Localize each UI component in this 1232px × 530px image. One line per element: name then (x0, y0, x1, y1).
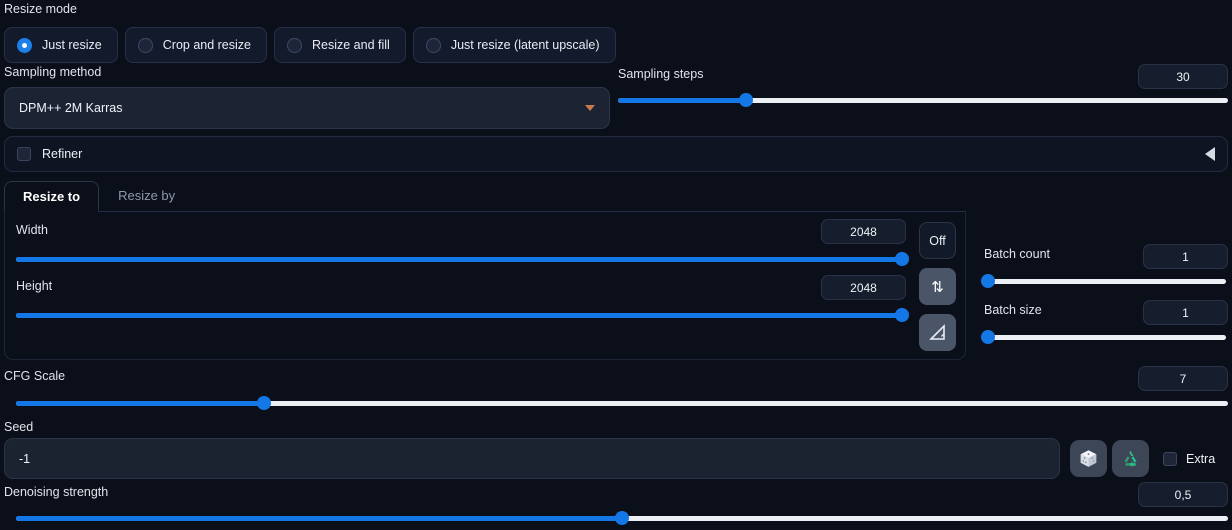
radio-resize-and-fill[interactable]: Resize and fill (274, 27, 406, 63)
batch-count-slider[interactable] (981, 274, 1226, 288)
height-slider[interactable] (16, 308, 909, 322)
slider-track (988, 279, 1226, 284)
resize-toggle-button[interactable]: Off (919, 222, 956, 259)
slider-fill (16, 516, 622, 521)
batch-count-group: Batch count 1 (981, 244, 1228, 302)
radio-label: Crop and resize (162, 38, 251, 52)
radio-dot-icon (287, 37, 302, 53)
random-seed-button[interactable] (1070, 440, 1107, 477)
batch-size-label: Batch size (984, 303, 1042, 317)
tab-resize-to[interactable]: Resize to (4, 181, 100, 212)
batch-count-label: Batch count (984, 247, 1051, 261)
triangle-ruler-icon[interactable] (919, 314, 956, 351)
height-label: Height (16, 279, 53, 293)
sampling-method-dropdown[interactable]: DPM++ 2M Karras (4, 86, 610, 129)
extra-checkbox[interactable] (1163, 451, 1177, 466)
cfg-scale-label: CFG Scale (4, 369, 66, 383)
sampling-method-group: Sampling method DPM++ 2M Karras (4, 66, 610, 129)
seed-buttons: Extra (1070, 440, 1215, 477)
radio-just-resize-latent-upscale[interactable]: Just resize (latent upscale) (412, 27, 616, 63)
slider-thumb[interactable] (895, 252, 909, 266)
width-slider[interactable] (16, 252, 909, 266)
width-label: Width (16, 223, 48, 237)
resize-tab-bar: Resize to Resize by (4, 181, 966, 212)
slider-thumb[interactable] (981, 330, 995, 344)
refiner-label: Refiner (42, 147, 83, 161)
slider-fill (16, 313, 902, 318)
slider-thumb[interactable] (895, 308, 909, 322)
cfg-scale-slider[interactable] (16, 396, 1228, 410)
slider-thumb[interactable] (739, 93, 754, 107)
radio-dot-icon (425, 37, 441, 53)
refiner-checkbox[interactable] (17, 147, 31, 161)
chevron-down-icon (585, 104, 595, 111)
slider-thumb[interactable] (257, 396, 272, 410)
dice-icon (1080, 450, 1097, 467)
extra-label: Extra (1186, 451, 1216, 466)
radio-label: Just resize (42, 38, 102, 52)
sampling-steps-slider[interactable] (618, 93, 1228, 107)
resize-mode-radio-group: Just resize Crop and resize Resize and f… (4, 27, 616, 63)
height-value[interactable]: 2048 (821, 275, 906, 300)
denoising-strength-label: Denoising strength (4, 485, 109, 499)
radio-label: Resize and fill (312, 38, 390, 52)
recycle-icon (1124, 450, 1137, 468)
slider-fill (16, 257, 902, 262)
radio-crop-and-resize[interactable]: Crop and resize (124, 27, 267, 63)
radio-dot-icon (17, 37, 32, 53)
tab-label: Resize to (23, 189, 81, 204)
resize-mode-label: Resize mode (4, 2, 77, 16)
slider-thumb[interactable] (615, 511, 629, 525)
denoising-strength-value[interactable]: 0,5 (1138, 482, 1228, 507)
refiner-panel[interactable]: Refiner (4, 136, 1228, 172)
triangle-ruler-glyph (929, 324, 945, 340)
batch-size-value[interactable]: 1 (1143, 300, 1228, 325)
sampling-method-label: Sampling method (4, 65, 102, 79)
slider-fill (16, 401, 265, 406)
sampling-steps-value[interactable]: 30 (1138, 64, 1228, 89)
seed-label: Seed (4, 420, 34, 434)
sampling-steps-label: Sampling steps (618, 67, 704, 81)
batch-column: Batch count 1 Batch size 1 (981, 244, 1228, 358)
recycle-seed-button[interactable] (1112, 440, 1149, 477)
dimension-side-buttons: Off ⇅ (919, 222, 956, 351)
batch-count-value[interactable]: 1 (1143, 244, 1228, 269)
radio-dot-icon (137, 37, 153, 53)
width-value[interactable]: 2048 (821, 219, 906, 244)
seed-input[interactable]: -1 (4, 438, 1060, 479)
slider-thumb[interactable] (981, 274, 995, 288)
denoising-strength-slider[interactable] (16, 511, 1228, 525)
batch-size-slider[interactable] (981, 330, 1226, 344)
radio-just-resize[interactable]: Just resize (4, 27, 118, 63)
radio-label: Just resize (latent upscale) (450, 38, 600, 52)
swap-vertical-icon[interactable]: ⇅ (919, 268, 956, 305)
slider-fill (618, 98, 747, 103)
tab-resize-by[interactable]: Resize by (99, 180, 194, 211)
triangle-left-icon[interactable] (1205, 147, 1215, 161)
sampling-method-value: DPM++ 2M Karras (19, 100, 123, 115)
slider-track (988, 335, 1226, 340)
tab-label: Resize by (118, 188, 176, 203)
batch-size-group: Batch size 1 (981, 300, 1228, 358)
cfg-scale-value[interactable]: 7 (1138, 366, 1228, 391)
extra-checkbox-wrapper[interactable]: Extra (1163, 451, 1216, 466)
